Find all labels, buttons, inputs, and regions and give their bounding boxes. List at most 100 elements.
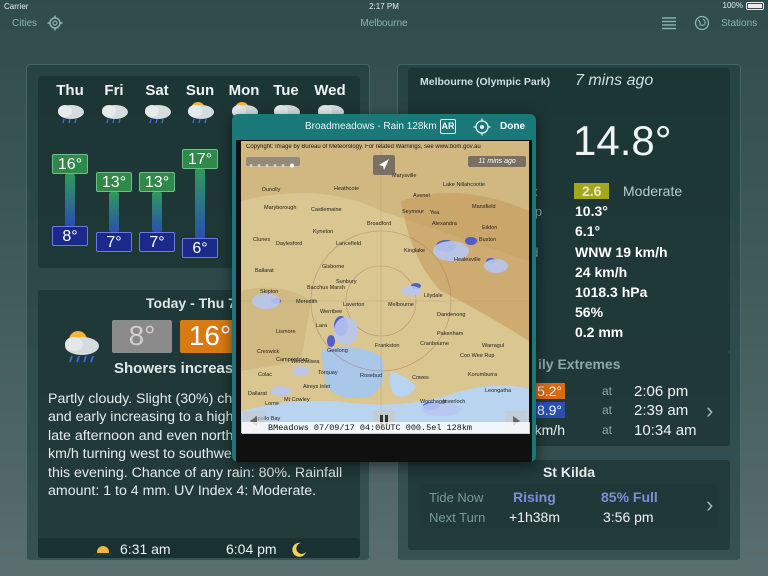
extremes-chevron-icon[interactable]: ›	[706, 398, 713, 424]
radar-town-label: Yea	[430, 210, 440, 216]
observation-value: 10.3°	[575, 203, 608, 219]
radar-town-label: Seymour	[402, 209, 425, 215]
ar-button[interactable]: AR	[440, 119, 456, 134]
radar-town-label: Mt Cowley	[284, 397, 310, 403]
radar-town-label: Frankston	[375, 343, 400, 349]
stations-button[interactable]: Stations	[721, 18, 757, 29]
navigation-arrow-icon[interactable]	[373, 155, 395, 175]
sun-times-bar	[38, 538, 360, 558]
radar-town-label: Cranbourne	[420, 341, 450, 347]
radar-town-label: Lorne	[265, 401, 280, 407]
radar-town-label: Inverloch	[443, 399, 466, 405]
extreme-time: 2:06 pm	[634, 383, 689, 400]
station-name: Melbourne (Olympic Park)	[420, 76, 551, 88]
locate-icon[interactable]	[473, 118, 491, 141]
low-temp: 7°	[96, 232, 132, 252]
uv-category: Moderate	[623, 183, 683, 199]
radar-town-label: Cowes	[412, 375, 429, 381]
radar-town-label: Camperdown	[276, 357, 309, 363]
extreme-at: at	[602, 423, 613, 437]
radar-header: Broadmeadows - Rain 128km AR Done	[232, 114, 536, 140]
radar-town-label: Leongatha	[485, 388, 511, 394]
forecast-day[interactable]: Sat	[135, 82, 179, 99]
radar-town-label: Meredith	[296, 299, 318, 305]
extreme-at: at	[602, 403, 613, 417]
battery-icon	[746, 1, 764, 10]
forecast-day[interactable]: Wed	[308, 82, 352, 99]
radar-caption: BMeadows 07/09/17 04:06UTC 000.5el 128km	[242, 422, 530, 434]
high-temp: 13°	[96, 172, 132, 192]
radar-town-label: Heathcote	[334, 186, 360, 192]
extreme-at: at	[602, 384, 613, 398]
radar-town-label: Coo Wee Rup	[460, 353, 495, 359]
radar-town-label: Pakenham	[437, 331, 464, 337]
radar-copyright: Copyright: Image by Bureau of Meteorolog…	[246, 144, 481, 150]
temp-range-bar	[65, 174, 75, 226]
radar-town-label: Creswick	[257, 349, 280, 355]
radar-town-label: Kyneton	[313, 229, 334, 235]
radar-town-label: Castlemaine	[311, 207, 342, 213]
radar-town-label: Dallarat	[248, 391, 267, 397]
day-name: Sun	[185, 82, 215, 99]
radar-town-label: Broadford	[367, 221, 392, 227]
day-name: Tue	[273, 82, 299, 99]
radar-dots	[246, 157, 300, 168]
radar-town-label: Melbourne	[388, 302, 414, 308]
observation-value: 24 km/h	[575, 264, 628, 280]
high-temp: 17°	[182, 149, 218, 169]
low-temp: 7°	[139, 232, 175, 252]
today-max-temp: 16°	[180, 320, 240, 353]
radar-town-label: Marysville	[392, 173, 417, 179]
top-nav-bar: Cities Melbourne Stations	[0, 12, 768, 36]
nav-title: Melbourne	[360, 18, 408, 29]
radar-town-label: Colac	[258, 372, 273, 378]
radar-town-label: Lancefield	[336, 241, 362, 247]
day-name: Sat	[145, 82, 169, 99]
radar-town-label: Eildon	[482, 225, 498, 231]
radar-town-label: Rosebud	[360, 373, 383, 379]
radar-town-label: Daylesford	[276, 241, 303, 247]
temp-range-bar	[195, 169, 205, 238]
forecast-day[interactable]: Mon	[222, 82, 266, 99]
today-title: Today - Thu 7	[146, 295, 236, 311]
radar-town-label: Kinglake	[404, 248, 426, 254]
list-icon[interactable]	[661, 16, 677, 33]
moon-icon	[290, 541, 308, 562]
forecast-day[interactable]: Fri	[92, 82, 136, 99]
done-button[interactable]: Done	[500, 121, 525, 132]
battery-percent: 100%	[722, 1, 743, 10]
current-temperature: 14.8°	[573, 117, 672, 164]
radar-town-label: Avenel	[413, 193, 430, 199]
today-min-temp: 8°	[112, 320, 172, 353]
sunrise-time: 6:31 am	[120, 541, 171, 557]
high-temp: 16°	[52, 154, 88, 174]
tide-chevron-icon[interactable]: ›	[706, 492, 713, 518]
globe-icon[interactable]	[694, 15, 710, 34]
radar-town-label: Korumburra	[468, 372, 498, 378]
sun-cloud-icon	[184, 100, 216, 124]
next-turn-value: +1h38m	[509, 509, 560, 525]
observation-value: 56%	[575, 304, 604, 320]
high-temp: 13°	[139, 172, 175, 192]
observation-value: WNW 19 km/h	[575, 244, 668, 260]
extreme-time: 2:39 am	[634, 402, 689, 419]
forecast-day[interactable]: Thu	[48, 82, 92, 99]
radar-town-label: Aireys Inlet	[303, 384, 331, 390]
moon-phase: 85% Full	[601, 489, 658, 505]
forecast-day[interactable]: Tue	[264, 82, 308, 99]
tide-now-value: Rising	[513, 489, 556, 505]
radar-town-label: Skipton	[260, 289, 279, 295]
day-name: Thu	[56, 82, 84, 99]
low-temp: 8°	[52, 226, 88, 246]
radar-town-label: Dunolly	[262, 187, 281, 193]
radar-town-label: Laverton	[343, 302, 365, 308]
radar-town-label: Buxton	[479, 237, 497, 243]
radar-town-label: Gisborne	[322, 264, 345, 270]
rain-cloud-icon	[58, 328, 104, 364]
forecast-day[interactable]: Sun	[178, 82, 222, 99]
radar-town-label: Torquay	[318, 370, 338, 376]
radar-town-label: Bacchus Marsh	[307, 285, 345, 291]
status-bar: Carrier 2:17 PM 100%	[0, 0, 768, 12]
temp-range-bar	[152, 192, 162, 232]
rain-cloud-icon	[141, 100, 173, 124]
